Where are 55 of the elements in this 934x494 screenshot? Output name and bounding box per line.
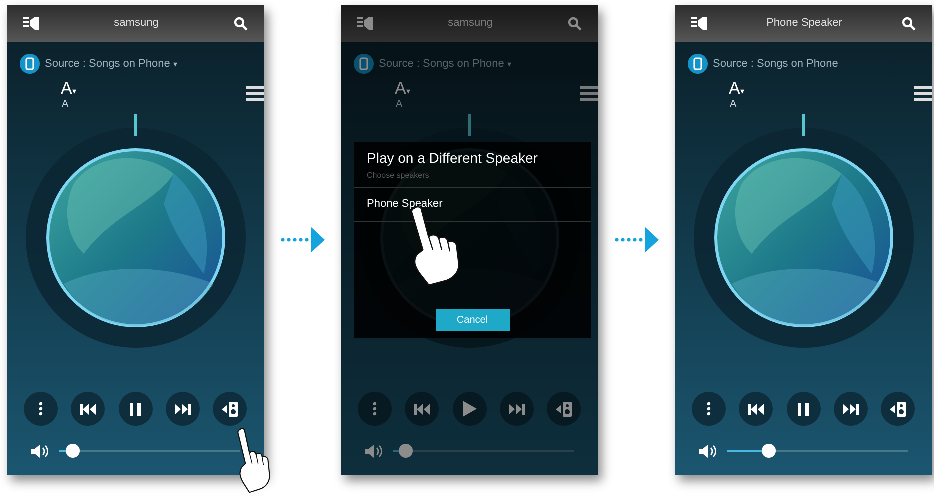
volume-slider[interactable] [59, 444, 240, 458]
volume-slider[interactable] [393, 444, 574, 458]
speaker-button[interactable] [213, 392, 247, 426]
source-selector[interactable]: Source : Songs on Phone [713, 56, 838, 72]
next-icon [174, 404, 191, 414]
play-icon [462, 401, 476, 417]
more-button[interactable] [24, 392, 58, 426]
menu-icon[interactable] [246, 86, 264, 101]
play-button[interactable] [452, 392, 486, 426]
volume-slider[interactable] [727, 444, 908, 458]
pause-button[interactable] [118, 392, 152, 426]
phone-icon [688, 54, 708, 74]
next-icon [508, 404, 525, 414]
dialog-title: Play on a Different Speaker [367, 149, 539, 168]
speaker-switch-icon [222, 402, 238, 416]
next-step-arrow [614, 227, 658, 253]
search-icon[interactable] [568, 16, 582, 30]
search-icon[interactable] [234, 16, 248, 30]
search-icon[interactable] [902, 16, 916, 30]
previous-icon [748, 404, 764, 414]
volume-icon [31, 444, 49, 458]
previous-button[interactable] [739, 392, 774, 426]
screen-title: Phone Speaker [766, 16, 842, 32]
volume-icon [365, 444, 383, 458]
source-selector[interactable]: Source : Songs on Phone ▾ [45, 56, 178, 72]
screen-title: samsung [448, 16, 493, 32]
more-icon [373, 402, 377, 416]
menu-icon[interactable] [914, 86, 932, 101]
previous-icon [80, 404, 96, 414]
screen-title: samsung [114, 16, 159, 32]
font-size-button[interactable]: A▾ A [395, 80, 410, 110]
more-icon [39, 402, 43, 416]
pause-icon [798, 402, 809, 416]
phone-icon [354, 54, 374, 74]
more-button[interactable] [692, 392, 726, 426]
pause-button[interactable] [786, 392, 820, 426]
speaker-list-icon[interactable] [23, 17, 39, 30]
speaker-button[interactable] [881, 392, 915, 426]
speaker-switch-icon [890, 402, 906, 416]
next-button[interactable] [166, 392, 200, 426]
volume-icon [699, 444, 717, 458]
phone-icon [20, 54, 40, 74]
previous-button[interactable] [71, 392, 106, 426]
speaker-switch-icon [556, 402, 572, 416]
pause-icon [130, 402, 141, 416]
next-button[interactable] [834, 392, 868, 426]
font-size-button[interactable]: A▾ A [729, 80, 744, 110]
speaker-list-icon[interactable] [357, 17, 373, 30]
speaker-list-icon[interactable] [691, 17, 707, 30]
font-size-button[interactable]: A▾ A [61, 80, 76, 110]
next-icon [842, 404, 859, 414]
dialog-subtitle: Choose speakers [367, 170, 430, 182]
more-icon [707, 402, 711, 416]
next-step-arrow [280, 227, 324, 253]
previous-icon [414, 404, 430, 414]
